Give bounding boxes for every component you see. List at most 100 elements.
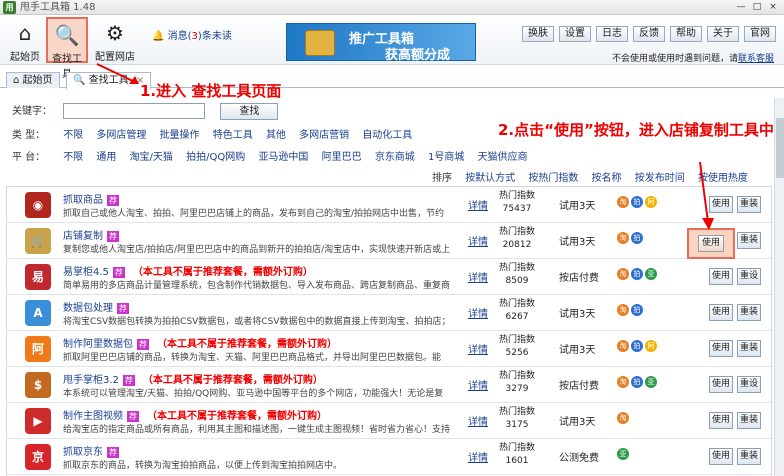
tool-name[interactable]: 易掌柜4.5 荐 （本工具不属于推荐套餐，需额外订购） <box>63 263 313 278</box>
sort-hot[interactable]: 按热门指数 <box>528 173 578 184</box>
detail-link[interactable]: 详情 <box>468 305 488 320</box>
highlighted-use-button[interactable]: 使用 <box>698 235 724 252</box>
jd-icon: 京 <box>25 444 51 470</box>
sort-publish-time[interactable]: 按发布时间 <box>635 173 685 184</box>
feedback-button[interactable]: 反馈 <box>633 26 665 42</box>
settings-button[interactable]: 设置 <box>559 26 591 42</box>
tool-name[interactable]: 甩手掌柜3.2 荐 （本工具不属于推荐套餐，需额外订购） <box>63 371 323 386</box>
reinstall-button[interactable]: 重装 <box>737 412 761 429</box>
platform-option-any[interactable]: 不限 <box>63 152 83 163</box>
home-label: 起始页 <box>10 52 40 63</box>
platform-option-paipai[interactable]: 拍拍/QQ网购 <box>186 152 245 163</box>
type-option-marketing[interactable]: 多网店营销 <box>299 130 349 141</box>
recommend-badge: 荐 <box>107 195 119 206</box>
type-option-multishop[interactable]: 多网店管理 <box>96 130 146 141</box>
platform-option-tmall-supplier[interactable]: 天猫供应商 <box>478 152 528 163</box>
reinstall-button[interactable]: 重装 <box>737 304 761 321</box>
find-tools-button[interactable]: 🔍 查找工具 <box>46 17 88 80</box>
tool-description: 给淘宝店的指定商品或所有商品，利用其主图和描述图，一键生成主图视频！省时省力省心… <box>63 425 451 435</box>
sort-name[interactable]: 按名称 <box>592 173 622 184</box>
type-option-special[interactable]: 特色工具 <box>213 130 253 141</box>
hot-index: 热门指数 3175 <box>495 406 539 432</box>
reinstall-button[interactable]: 重装 <box>737 196 761 213</box>
detail-link[interactable]: 详情 <box>468 269 488 284</box>
scrollbar-thumb[interactable] <box>776 118 784 178</box>
reset-button[interactable]: 重设 <box>737 376 761 393</box>
tool-name[interactable]: 制作主图视频荐 （本工具不属于推荐套餐，需额外订购） <box>63 407 327 422</box>
tool-name[interactable]: 制作阿里数据包荐 （本工具不属于推荐套餐，需额外订购） <box>63 335 337 350</box>
minimize-button[interactable]: — <box>734 1 748 13</box>
tool-name[interactable]: 数据包处理荐 <box>63 299 129 314</box>
vertical-scrollbar[interactable] <box>774 98 784 476</box>
platform-badge-icon: 拍 <box>631 376 643 388</box>
platform-option-alibaba[interactable]: 阿里巴巴 <box>322 152 362 163</box>
promo-banner[interactable]: 推广工具箱 获高额分成 <box>286 23 476 63</box>
about-button[interactable]: 关于 <box>707 26 739 42</box>
tab-home[interactable]: ⌂ 起始页 <box>6 72 60 88</box>
use-button[interactable]: 使用 <box>709 448 733 465</box>
reinstall-button[interactable]: 重装 <box>737 232 761 249</box>
type-option-other[interactable]: 其他 <box>266 130 286 141</box>
platform-option-amazon[interactable]: 亚马逊中国 <box>258 152 308 163</box>
close-button[interactable]: × <box>766 1 780 13</box>
detail-link[interactable]: 详情 <box>468 413 488 428</box>
detail-link[interactable]: 详情 <box>468 233 488 248</box>
tool-description: 复制您或他人淘宝店/拍拍店/阿里巴巴店中的商品到新开的拍拍店/淘宝店中，实现快速… <box>63 245 451 255</box>
skin-button[interactable]: 换肤 <box>522 26 554 42</box>
help-button[interactable]: 帮助 <box>670 26 702 42</box>
hot-index-label: 热门指数 <box>498 407 535 417</box>
use-button[interactable]: 使用 <box>709 376 733 393</box>
reinstall-button[interactable]: 重装 <box>737 448 761 465</box>
hot-index-value: 75437 <box>502 204 532 214</box>
contact-support-link[interactable]: 联系客服 <box>738 54 774 64</box>
tool-description: 抓取京东的商品，转换为淘宝拍拍商品，以便上传到淘宝拍拍网店中。 <box>63 461 343 471</box>
hot-index: 热门指数 3279 <box>495 370 539 396</box>
platform-option-taobao[interactable]: 淘宝/天猫 <box>130 152 173 163</box>
use-button[interactable]: 使用 <box>709 268 733 285</box>
platform-option-general[interactable]: 通用 <box>96 152 116 163</box>
extra-order-note: （本工具不属于推荐套餐，需额外订购） <box>132 267 313 278</box>
extra-order-note: （本工具不属于推荐套餐，需额外订购） <box>157 339 337 350</box>
home-icon: ⌂ <box>18 21 32 45</box>
platform-badge-icon: 淘 <box>617 232 629 244</box>
tool-name-text: 抓取商品 <box>63 195 103 206</box>
type-option-batch[interactable]: 批量操作 <box>160 130 200 141</box>
keyword-input[interactable] <box>63 103 206 119</box>
recommend-badge: 荐 <box>112 267 125 278</box>
maximize-button[interactable]: □ <box>750 1 764 13</box>
tool-name[interactable]: 店铺复制荐 <box>63 227 119 242</box>
use-button[interactable]: 使用 <box>709 340 733 357</box>
home-button[interactable]: ⌂ 起始页 <box>4 17 46 63</box>
yizhanggui-icon: 易 <box>25 264 51 290</box>
reset-button[interactable]: 重设 <box>737 268 761 285</box>
platform-badge-icon: 淘 <box>617 196 629 208</box>
config-shop-button[interactable]: ⚙ 配置网店 <box>94 17 136 63</box>
detail-link[interactable]: 详情 <box>468 449 488 464</box>
reinstall-button[interactable]: 重装 <box>737 340 761 357</box>
detail-link[interactable]: 详情 <box>468 377 488 392</box>
hot-index-value: 8509 <box>505 276 529 286</box>
official-site-button[interactable]: 官网 <box>744 26 776 42</box>
tool-name[interactable]: 抓取商品荐 <box>63 191 119 206</box>
home-tab-icon: ⌂ <box>13 75 20 86</box>
log-button[interactable]: 日志 <box>596 26 628 42</box>
tool-name[interactable]: 抓取京东荐 <box>63 443 119 458</box>
tool-name-text: 抓取京东 <box>63 447 103 458</box>
type-option-any[interactable]: 不限 <box>63 130 83 141</box>
use-button[interactable]: 使用 <box>709 412 733 429</box>
use-button[interactable]: 使用 <box>709 304 733 321</box>
detail-link[interactable]: 详情 <box>468 341 488 356</box>
platform-option-yhd[interactable]: 1号商城 <box>428 152 464 163</box>
hot-index-value: 6267 <box>505 312 529 322</box>
main-toolbar: ⌂ 起始页 🔍 查找工具 ⚙ 配置网店 🔔 消息(3)条未读 推广工具箱 获高额… <box>0 15 784 80</box>
recommend-badge: 荐 <box>107 231 119 242</box>
treasure-chest-icon <box>305 30 335 56</box>
type-option-automation[interactable]: 自动化工具 <box>362 130 412 141</box>
detail-link[interactable]: 详情 <box>468 197 488 212</box>
app-logo-icon: 用 <box>3 1 16 14</box>
sort-default[interactable]: 按默认方式 <box>465 173 515 184</box>
platform-badge-icon: 拍 <box>631 268 643 280</box>
message-link[interactable]: 🔔 消息(3)条未读 <box>152 27 232 42</box>
platform-option-jd[interactable]: 京东商城 <box>375 152 415 163</box>
search-button[interactable]: 查找 <box>220 102 279 120</box>
